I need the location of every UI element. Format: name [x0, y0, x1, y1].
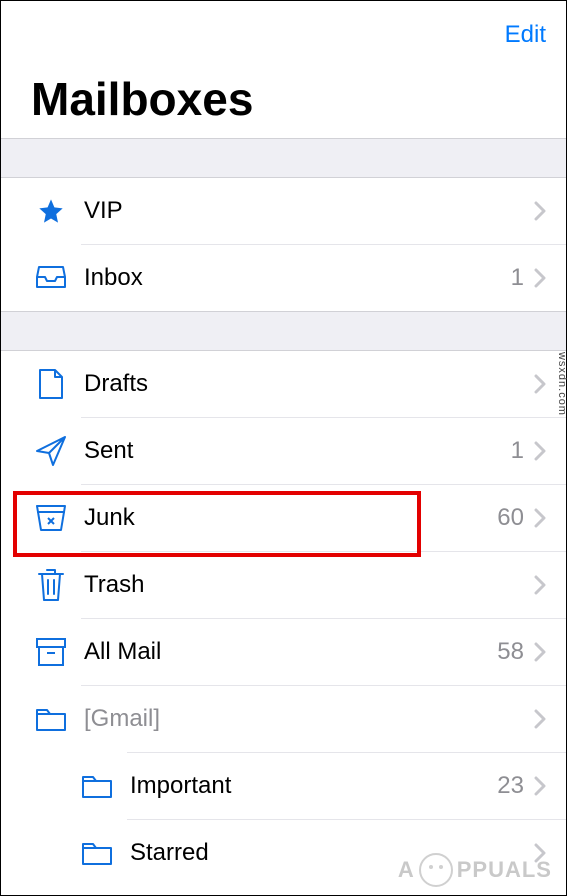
- mailbox-count: 23: [497, 772, 524, 800]
- mailbox-row-important[interactable]: Important 23: [1, 753, 566, 819]
- mailbox-label: Trash: [84, 571, 524, 599]
- edit-button[interactable]: Edit: [21, 21, 546, 64]
- mailbox-row-junk[interactable]: Junk 60: [1, 485, 566, 551]
- mailbox-section-1: VIP Inbox 1: [1, 178, 566, 311]
- inbox-icon: [33, 261, 68, 296]
- mailbox-count: 1: [511, 437, 524, 465]
- chevron-right-icon: [534, 575, 546, 595]
- mailbox-row-allmail[interactable]: All Mail 58: [1, 619, 566, 685]
- mailbox-label: Junk: [84, 504, 497, 532]
- mailbox-row-drafts[interactable]: Drafts: [1, 351, 566, 417]
- drafts-icon: [33, 367, 68, 402]
- trash-icon: [33, 568, 68, 603]
- chevron-right-icon: [534, 709, 546, 729]
- archive-icon: [33, 635, 68, 670]
- side-watermark: wsxdn.com: [556, 352, 567, 416]
- section-separator: [1, 138, 566, 178]
- mailbox-label: Important: [130, 772, 497, 800]
- page-title: Mailboxes: [21, 64, 546, 138]
- chevron-right-icon: [534, 642, 546, 662]
- watermark: APPUALS: [398, 853, 552, 887]
- mailbox-label: All Mail: [84, 638, 497, 666]
- mailbox-row-gmail[interactable]: [Gmail]: [1, 686, 566, 752]
- mailbox-row-trash[interactable]: Trash: [1, 552, 566, 618]
- mailbox-label: Drafts: [84, 370, 524, 398]
- chevron-right-icon: [534, 441, 546, 461]
- chevron-right-icon: [534, 374, 546, 394]
- folder-icon: [33, 702, 68, 737]
- chevron-right-icon: [534, 508, 546, 528]
- mailbox-row-sent[interactable]: Sent 1: [1, 418, 566, 484]
- mailbox-section-2: Drafts Sent 1 Junk 60 Trash: [1, 351, 566, 886]
- mailbox-count: 58: [497, 638, 524, 666]
- mailbox-label: Inbox: [84, 264, 511, 292]
- section-separator: [1, 311, 566, 351]
- mailbox-row-inbox[interactable]: Inbox 1: [1, 245, 566, 311]
- mailbox-row-vip[interactable]: VIP: [1, 178, 566, 244]
- mailbox-label: VIP: [84, 197, 524, 225]
- chevron-right-icon: [534, 776, 546, 796]
- chevron-right-icon: [534, 268, 546, 288]
- sent-icon: [33, 434, 68, 469]
- header: Edit Mailboxes: [1, 1, 566, 138]
- mailbox-count: 60: [497, 504, 524, 532]
- mailbox-label: Sent: [84, 437, 511, 465]
- folder-icon: [79, 836, 114, 871]
- mailbox-label: [Gmail]: [84, 705, 524, 733]
- mailbox-count: 1: [511, 264, 524, 292]
- junk-icon: [33, 501, 68, 536]
- folder-icon: [79, 769, 114, 804]
- star-icon: [33, 194, 68, 229]
- chevron-right-icon: [534, 201, 546, 221]
